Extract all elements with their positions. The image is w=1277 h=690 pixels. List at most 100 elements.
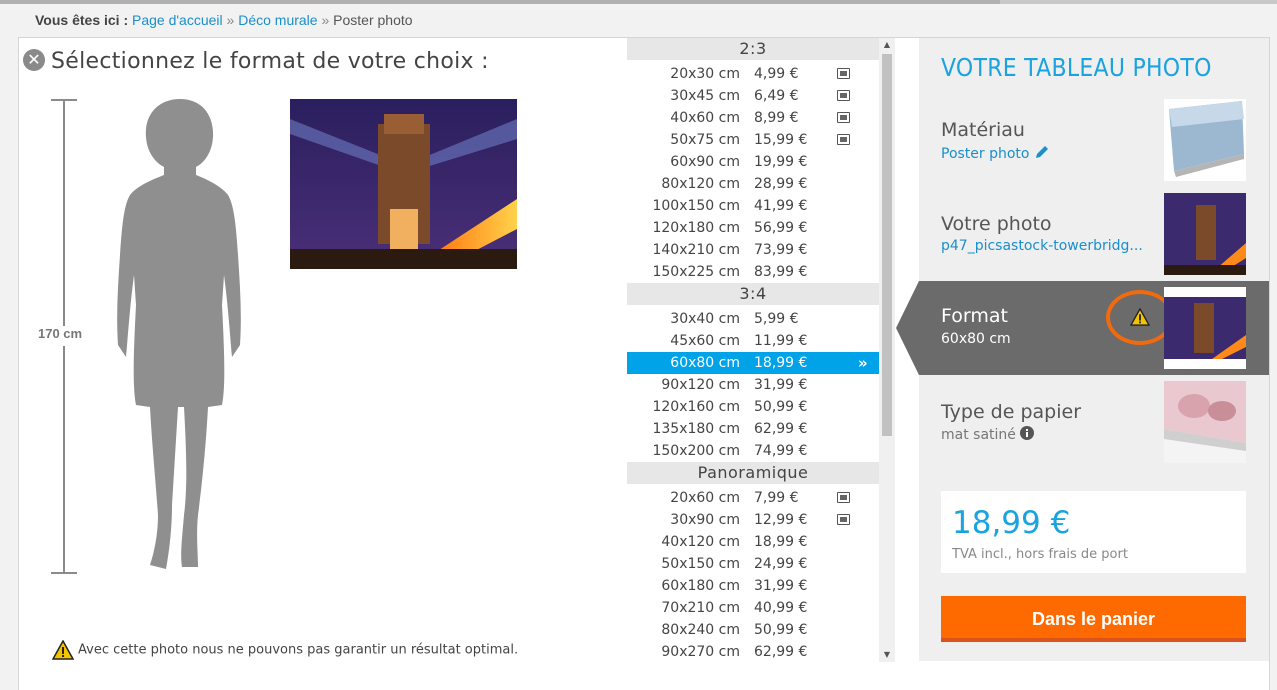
format-row[interactable]: 20x60 cm 7,99 €: [627, 487, 879, 509]
format-row[interactable]: 40x120 cm 18,99 €: [627, 531, 879, 553]
format-size: 100x150 cm: [652, 198, 740, 214]
format-price: 15,99 €: [754, 132, 808, 148]
format-price: 7,99 €: [754, 490, 799, 506]
format-row[interactable]: 30x90 cm 12,99 €: [627, 509, 879, 531]
format-price: 31,99 €: [754, 377, 808, 393]
format-row[interactable]: 90x270 cm 62,99 €: [627, 641, 879, 663]
format-list-scrollbar[interactable]: ▲ ▼: [879, 38, 895, 662]
step-photo[interactable]: Votre photo p47_picsastock-towerbridg...: [919, 193, 1269, 275]
format-size: 90x120 cm: [661, 377, 740, 393]
format-row[interactable]: 120x180 cm 56,99 €: [627, 217, 879, 239]
format-size: 150x200 cm: [652, 443, 740, 459]
format-price: 41,99 €: [754, 198, 808, 214]
step-paper-label: Type de papier: [941, 401, 1082, 423]
step-format[interactable]: Format 60x80 cm: [919, 281, 1269, 375]
format-price: 28,99 €: [754, 176, 808, 192]
format-price: 5,99 €: [754, 311, 799, 327]
image-icon: [837, 492, 850, 503]
format-row[interactable]: 120x160 cm 50,99 €: [627, 396, 879, 418]
breadcrumb: Vous êtes ici : Page d'accueil » Déco mu…: [35, 12, 413, 28]
format-size: 150x225 cm: [652, 264, 740, 280]
active-step-pointer: [896, 281, 919, 375]
photo-preview: [290, 99, 517, 269]
format-price: 18,99 €: [754, 534, 808, 550]
format-thumbnail: [1164, 287, 1246, 369]
format-row-selected[interactable]: 60x80 cm 18,99 € »: [627, 352, 879, 374]
add-to-cart-button[interactable]: Dans le panier: [941, 596, 1246, 642]
format-row[interactable]: 140x210 cm 73,99 €: [627, 239, 879, 261]
step-material[interactable]: Matériau Poster photo: [919, 99, 1269, 181]
breadcrumb-home-link[interactable]: Page d'accueil: [132, 12, 223, 28]
format-price: 31,99 €: [754, 578, 808, 594]
image-icon: [837, 112, 850, 123]
format-size: 80x120 cm: [661, 176, 740, 192]
format-row[interactable]: 20x30 cm 4,99 €: [627, 63, 879, 85]
format-price: 19,99 €: [754, 154, 808, 170]
format-size: 30x40 cm: [670, 311, 740, 327]
person-silhouette-icon: [117, 99, 241, 569]
format-size: 40x60 cm: [670, 110, 740, 126]
format-row[interactable]: 135x180 cm 62,99 €: [627, 418, 879, 440]
double-chevron-right-icon: »: [858, 354, 868, 372]
format-list: 2:3 20x30 cm 4,99 € 30x45 cm 6,49 € 40x60 …: [627, 38, 879, 663]
price-box: 18,99 € TVA incl., hors frais de port: [941, 491, 1246, 573]
info-icon[interactable]: [1020, 426, 1035, 440]
format-row[interactable]: 40x60 cm 8,99 €: [627, 107, 879, 129]
quality-warning: Avec cette photo nous ne pouvons pas gar…: [51, 639, 519, 660]
format-row[interactable]: 45x60 cm 11,99 €: [627, 330, 879, 352]
page-title: Sélectionnez le format de votre choix :: [51, 49, 489, 74]
quality-warning-text: Avec cette photo nous ne pouvons pas gar…: [78, 642, 519, 658]
format-row[interactable]: 150x200 cm 74,99 €: [627, 440, 879, 462]
scroll-up-icon[interactable]: ▲: [879, 38, 895, 52]
format-size: 30x45 cm: [670, 88, 740, 104]
format-size: 120x160 cm: [652, 399, 740, 415]
format-size: 60x80 cm: [670, 355, 740, 371]
pencil-icon[interactable]: [1034, 144, 1050, 160]
format-price: 12,99 €: [754, 512, 808, 528]
format-row[interactable]: 150x225 cm 83,99 €: [627, 261, 879, 283]
format-row[interactable]: 30x45 cm 6,49 €: [627, 85, 879, 107]
step-photo-value[interactable]: p47_picsastock-towerbridg...: [941, 238, 1143, 254]
total-price: 18,99 €: [952, 505, 1071, 541]
format-group-header: 3:4: [627, 283, 879, 305]
warning-icon[interactable]: [1130, 308, 1150, 326]
format-price: 18,99 €: [754, 355, 808, 371]
close-icon[interactable]: ✕: [23, 49, 45, 71]
step-paper[interactable]: Type de papier mat satiné: [919, 381, 1269, 463]
format-size: 60x90 cm: [670, 154, 740, 170]
format-size: 50x150 cm: [661, 556, 740, 572]
breadcrumb-separator: »: [226, 12, 235, 28]
image-icon: [837, 90, 850, 101]
step-material-label: Matériau: [941, 119, 1025, 141]
format-size: 40x120 cm: [661, 534, 740, 550]
format-size: 20x30 cm: [670, 66, 740, 82]
format-row[interactable]: 90x120 cm 31,99 €: [627, 374, 879, 396]
format-size: 90x270 cm: [661, 644, 740, 660]
format-row[interactable]: 60x90 cm 19,99 €: [627, 151, 879, 173]
breadcrumb-deco-link[interactable]: Déco murale: [238, 12, 317, 28]
step-material-value[interactable]: Poster photo: [941, 144, 1050, 162]
format-size: 135x180 cm: [652, 421, 740, 437]
format-size: 30x90 cm: [670, 512, 740, 528]
format-row[interactable]: 100x150 cm 41,99 €: [627, 195, 879, 217]
format-row[interactable]: 50x150 cm 24,99 €: [627, 553, 879, 575]
format-price: 83,99 €: [754, 264, 808, 280]
format-price: 73,99 €: [754, 242, 808, 258]
paper-thumbnail: [1164, 381, 1246, 463]
photo-thumbnail: [1164, 193, 1246, 275]
format-row[interactable]: 80x240 cm 50,99 €: [627, 619, 879, 641]
format-size: 120x180 cm: [652, 220, 740, 236]
breadcrumb-current: Poster photo: [333, 12, 413, 28]
format-row[interactable]: 60x180 cm 31,99 €: [627, 575, 879, 597]
format-size: 80x240 cm: [661, 622, 740, 638]
scrollbar-thumb[interactable]: [882, 54, 892, 436]
format-row[interactable]: 70x210 cm 40,99 €: [627, 597, 879, 619]
format-row[interactable]: 30x40 cm 5,99 €: [627, 308, 879, 330]
height-scale-label: 170 cm: [38, 326, 88, 346]
format-price: 6,49 €: [754, 88, 799, 104]
format-price: 50,99 €: [754, 622, 808, 638]
scroll-down-icon[interactable]: ▼: [879, 648, 895, 662]
format-row[interactable]: 50x75 cm 15,99 €: [627, 129, 879, 151]
format-group-header: Panoramique: [627, 462, 879, 484]
format-row[interactable]: 80x120 cm 28,99 €: [627, 173, 879, 195]
